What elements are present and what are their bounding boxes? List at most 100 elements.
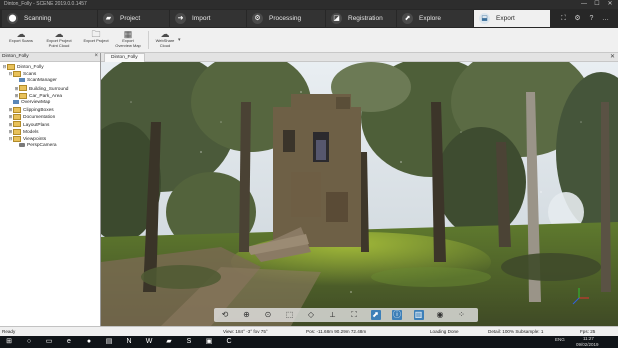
word-icon[interactable]: W xyxy=(144,337,154,347)
status-bar: Ready View: 184° -3° fov 75° Pos: -11.68… xyxy=(0,326,618,336)
select-icon[interactable]: ⬈ xyxy=(370,310,381,320)
chevron-down-icon[interactable]: ▾ xyxy=(178,37,181,43)
folder-icon xyxy=(13,135,21,142)
tree-item[interactable]: ⊟ Dinton_Folly xyxy=(2,63,44,70)
sway-icon[interactable]: S xyxy=(184,337,194,347)
folder-icon xyxy=(13,114,21,121)
camera-icon xyxy=(19,142,25,147)
status-position: Pos: -11.68m 90.29m 72.48m xyxy=(306,329,367,334)
start-icon[interactable]: ⊞ xyxy=(4,337,14,347)
webshare-cloud-button[interactable]: ☁ WebShare Cloud xyxy=(152,29,178,51)
clock-date[interactable]: 09/02/2019 xyxy=(576,342,599,347)
import-icon: ➜ xyxy=(175,13,186,24)
status-loading: Loading Done xyxy=(430,329,459,334)
measure-icon[interactable]: ⟂ xyxy=(328,310,338,320)
minimize-button[interactable]: — xyxy=(579,0,589,9)
tree-item[interactable]: ⊞ Building_Surround xyxy=(14,85,68,92)
button-label: Export Scans xyxy=(9,38,33,43)
tree-item[interactable]: ⊞ Models xyxy=(8,128,38,135)
folder-icon xyxy=(13,70,21,77)
tab-project[interactable]: ▰ Project xyxy=(98,10,169,27)
tree-item[interactable]: ⊟ Scans xyxy=(8,70,36,77)
maximize-button[interactable]: ☐ xyxy=(592,0,602,9)
folder-icon xyxy=(19,92,27,99)
tab-import[interactable]: ➜ Import xyxy=(170,10,246,27)
more-icon[interactable]: … xyxy=(600,13,611,24)
button-label-line2: Overview Map xyxy=(115,42,141,48)
scan-icon xyxy=(19,78,25,83)
tab-label: Processing xyxy=(269,15,302,22)
fullscreen-icon[interactable]: ⛶ xyxy=(558,13,569,24)
point-cloud-scene[interactable] xyxy=(101,62,618,326)
box-icon[interactable]: ⬚ xyxy=(285,310,295,320)
grid-icon[interactable]: ⁘ xyxy=(457,310,467,320)
folder-icon xyxy=(13,106,21,113)
tab-scanning[interactable]: ⬤ Scanning xyxy=(2,10,97,27)
tab-registration[interactable]: ◪ Registration xyxy=(326,10,396,27)
export-scans-button[interactable]: ☁ Export Scans xyxy=(6,29,36,51)
tab-export[interactable]: ⬓ Export xyxy=(474,10,550,27)
folder-icon xyxy=(13,121,21,128)
viewer-tab-strip: Dinton_Folly ✕ xyxy=(101,53,618,62)
edge-icon[interactable]: e xyxy=(64,337,74,347)
render-icon[interactable]: ◉ xyxy=(435,310,445,320)
tab-label: Registration xyxy=(348,15,383,22)
language-indicator[interactable]: ENG xyxy=(555,337,565,342)
ribbon-tab-bar: ⬤ Scanning ▰ Project ➜ Import ⚙ Processi… xyxy=(0,9,618,28)
orbit-icon[interactable]: ⟲ xyxy=(220,310,230,320)
close-panel-icon[interactable]: × xyxy=(94,53,98,59)
button-label: Export Project xyxy=(83,38,109,43)
chrome-icon[interactable]: ● xyxy=(84,337,94,347)
processing-icon: ⚙ xyxy=(252,13,263,24)
tree-item[interactable]: ⊟ Viewpoints xyxy=(8,135,46,142)
tab-processing[interactable]: ⚙ Processing xyxy=(247,10,325,27)
tree-item[interactable]: OverviewMap xyxy=(8,99,50,106)
tree-item[interactable]: ⊞ LayoutPlans xyxy=(8,121,49,128)
tree-item[interactable]: ⊞ Documentation xyxy=(8,113,55,120)
scan-icon xyxy=(13,99,19,104)
tree-item-label: OverviewMap xyxy=(21,100,51,105)
export-project-point-cloud-button[interactable]: ☁ Export Project Point Cloud xyxy=(42,29,76,51)
title-bar: Dinton_Folly - SCENE 2019.0.0.1457 — ☐ ✕ xyxy=(0,0,618,9)
task-view-icon[interactable]: ▭ xyxy=(44,337,54,347)
button-label-line2: Cloud xyxy=(159,42,171,48)
tab-label: Explore xyxy=(419,15,442,22)
status-view: View: 184° -3° fov 75° xyxy=(223,329,268,334)
tab-explore[interactable]: ⬈ Explore xyxy=(397,10,473,27)
tab-label: Export xyxy=(496,15,515,22)
tree-item[interactable]: PerspCamera xyxy=(14,142,57,149)
help-icon[interactable]: ? xyxy=(586,13,597,24)
clock-time[interactable]: 11:27 xyxy=(583,336,594,341)
tree-item[interactable]: ⊞ Car_Park_Area xyxy=(14,92,62,99)
tree-item-label: ScanManager xyxy=(27,78,57,84)
status-ready: Ready xyxy=(2,329,16,334)
file-explorer-icon[interactable]: ▰ xyxy=(164,337,174,347)
app-icon[interactable]: ▤ xyxy=(104,337,114,347)
tree-item[interactable]: ScanManager xyxy=(14,77,57,84)
clip-icon[interactable]: ⛶ xyxy=(349,310,359,320)
folder-icon xyxy=(13,128,21,135)
onenote-icon[interactable]: N xyxy=(124,337,134,347)
zoom-icon[interactable]: ⊕ xyxy=(242,310,252,320)
layers-icon[interactable]: ▥ xyxy=(413,310,424,320)
folder-icon: ▰ xyxy=(103,13,114,24)
export-project-button[interactable]: 🗀 Export Project xyxy=(80,29,112,51)
settings-icon[interactable]: ⚙ xyxy=(572,13,583,24)
view-icon[interactable]: ◇ xyxy=(306,310,316,320)
close-view-icon[interactable]: ✕ xyxy=(610,53,615,60)
window-title: Dinton_Folly - SCENE 2019.0.0.1457 xyxy=(4,1,87,7)
3d-viewer[interactable]: Dinton_Folly ✕ ⟲ ⊕ ⊙ ⬚ ◇ ⟂ ⛶ ⬈ ⓘ ▥ ◉ ⁘ xyxy=(101,53,618,326)
scene-icon[interactable]: C xyxy=(224,337,234,347)
folder-icon xyxy=(7,63,15,70)
zoom-extent-icon[interactable]: ⊙ xyxy=(263,310,273,320)
folder-icon xyxy=(19,85,27,92)
viewer-tab[interactable]: Dinton_Folly xyxy=(104,53,145,62)
app-icon[interactable]: ▣ xyxy=(204,337,214,347)
structure-panel: Dinton_Folly × ⊟ Dinton_Folly ⊟ Scans ScanMa… xyxy=(0,53,101,326)
button-label-line2: Point Cloud xyxy=(48,42,70,48)
export-overview-map-button[interactable]: ▦ Export Overview Map xyxy=(110,29,146,51)
info-icon[interactable]: ⓘ xyxy=(392,310,402,320)
search-icon[interactable]: ○ xyxy=(24,337,34,347)
close-window-button[interactable]: ✕ xyxy=(605,0,615,9)
tree-item[interactable]: ⊞ ClippingBoxes xyxy=(8,106,54,113)
